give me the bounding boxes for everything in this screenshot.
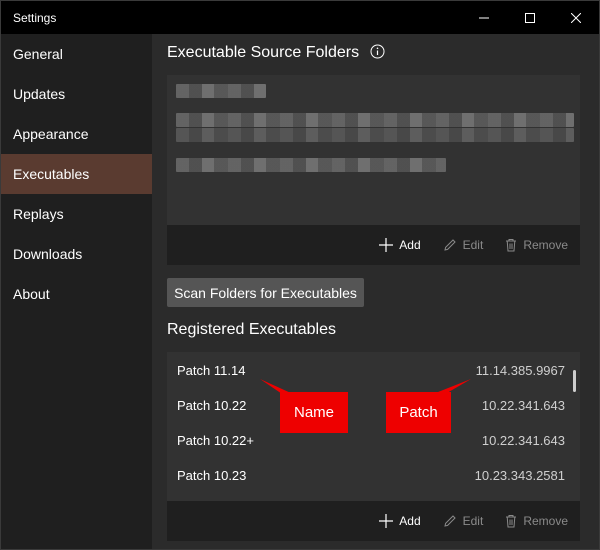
executable-patch: 11.14.385.9967 [475,362,565,378]
executable-name: Patch 10.23 [177,467,247,483]
source-folders-title: Executable Source Folders [167,44,360,61]
table-row[interactable]: Patch 10.22 10.22.341.643 [177,394,565,416]
patch-callout: Patch [386,392,451,433]
remove-executable-button[interactable]: Remove [505,514,568,528]
edit-label: Edit [462,238,484,252]
title-bar[interactable]: Settings [1,1,599,34]
registered-executables-footer: Add Edit Remove [167,501,580,541]
plus-icon [379,514,394,528]
add-source-folder-button[interactable]: Add [379,238,421,252]
add-label: Add [399,238,421,252]
close-icon [571,12,581,23]
sidebar-item-replays[interactable]: Replays [1,194,152,234]
minimize-icon [479,17,489,18]
window-title: Settings [13,11,57,25]
sidebar-item-label: Replays [13,206,64,222]
trash-icon [506,239,517,252]
registered-executables-title: Registered Executables [167,321,336,338]
sidebar-item-about[interactable]: About [1,274,152,314]
pencil-icon [443,239,456,251]
source-folders-heading: Executable Source Folders [167,44,385,62]
sidebar: General Updates Appearance Executables R… [1,34,152,549]
executable-patch: 10.22.341.643 [481,397,565,413]
minimize-button[interactable] [461,1,507,34]
pencil-icon [443,515,456,527]
table-row[interactable]: Patch 11.14 11.14.385.9967 [177,359,565,381]
table-row[interactable]: Patch 10.22+ 10.22.341.643 [177,429,565,451]
executable-name: Patch 10.22+ [177,432,254,448]
sidebar-item-label: Downloads [13,246,83,262]
sidebar-item-label: General [13,46,63,62]
add-executable-button[interactable]: Add [379,514,421,528]
plus-icon [379,238,394,252]
maximize-icon [525,12,535,23]
executable-name: Patch 11.14 [177,362,246,378]
trash-icon [506,515,517,528]
sidebar-item-label: Appearance [13,126,89,142]
main-content: Executable Source Folders Add Edit Remov… [152,34,599,549]
settings-window: Settings General Updates Appearance Exec… [0,0,600,550]
redacted-folder-path[interactable] [176,113,574,127]
edit-source-folder-button[interactable]: Edit [443,238,484,252]
sidebar-item-label: Updates [13,86,66,102]
name-callout: Name [280,392,348,433]
maximize-button[interactable] [507,1,553,34]
source-folders-footer: Add Edit Remove [167,225,580,265]
executable-name: Patch 10.22 [177,397,247,413]
edit-executable-button[interactable]: Edit [443,514,484,528]
registered-executables-list[interactable]: Patch 11.14 11.14.385.9967 Patch 10.22 1… [167,352,580,541]
sidebar-item-label: Executables [13,166,90,182]
info-icon[interactable] [370,44,385,59]
redacted-folder-path[interactable] [176,158,446,172]
scan-folders-button[interactable]: Scan Folders for Executables [167,278,364,307]
sidebar-item-updates[interactable]: Updates [1,74,152,114]
remove-label: Remove [523,514,568,528]
add-label: Add [399,514,421,528]
redacted-folder-path[interactable] [176,84,266,98]
sidebar-item-executables[interactable]: Executables [1,154,152,194]
scrollbar-thumb[interactable] [573,370,576,392]
remove-source-folder-button[interactable]: Remove [505,238,568,252]
sidebar-item-appearance[interactable]: Appearance [1,114,152,154]
close-button[interactable] [553,1,599,34]
sidebar-item-downloads[interactable]: Downloads [1,234,152,274]
edit-label: Edit [462,514,484,528]
table-row[interactable]: Patch 10.23 10.23.343.2581 [177,464,565,486]
sidebar-item-label: About [13,286,50,302]
executable-patch: 10.22.341.643 [481,432,565,448]
source-folders-list[interactable]: Add Edit Remove [167,75,580,265]
remove-label: Remove [523,238,568,252]
redacted-folder-path [176,128,574,142]
executable-patch: 10.23.343.2581 [474,467,565,483]
sidebar-item-general[interactable]: General [1,34,152,74]
